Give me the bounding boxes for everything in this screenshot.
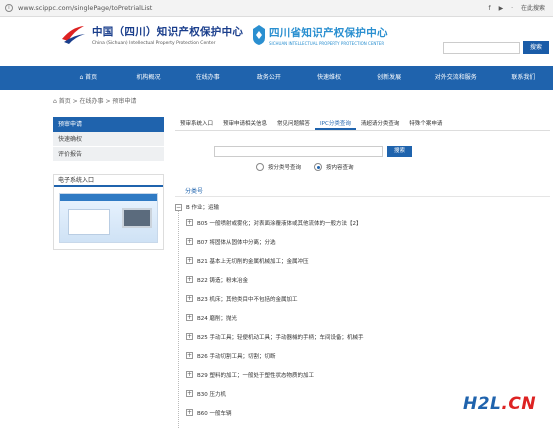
radio-by-code[interactable]: 按分类号查询	[256, 163, 301, 171]
tab-special-case[interactable]: 特殊个案申请	[404, 117, 447, 130]
laptop-icon	[122, 208, 152, 228]
province-logo-icon	[253, 25, 265, 45]
nav-item-rights-protection[interactable]: 快速维权	[298, 66, 361, 90]
tree-node-b22[interactable]: + B22 铸造；粉末冶金	[186, 270, 486, 289]
tree-node-b24[interactable]: + B24 磨削；抛光	[186, 308, 486, 327]
nav-item-contact[interactable]: 联系我们	[494, 66, 553, 90]
header-search-button[interactable]: 搜索	[523, 41, 549, 54]
radio-unchecked-icon	[256, 163, 264, 171]
expand-icon[interactable]: +	[186, 257, 193, 264]
browser-search-link[interactable]: 在此搜索	[521, 5, 545, 12]
province-center-title: 四川省知识产权保护中心	[269, 27, 388, 39]
expand-icon[interactable]: +	[186, 238, 193, 245]
tab-class-query[interactable]: 清超请分类查询	[356, 117, 405, 130]
expand-icon[interactable]: +	[186, 409, 193, 416]
tab-ipc-query[interactable]: IPC分类查询	[315, 117, 356, 130]
tree-node-b29[interactable]: + B29 塑料的加工；一般处于塑性状态物质的加工	[186, 365, 486, 384]
sidebar-item-pretrial[interactable]: 预审申请	[53, 117, 164, 132]
sidebar-item-evaluation-report[interactable]: 评价报告	[53, 147, 164, 162]
browser-address-bar: i www.scippc.com/singlePage/toPretrialLi…	[0, 0, 553, 17]
sidebar-item-fast-confirm[interactable]: 快速确权	[53, 132, 164, 147]
tab-faq[interactable]: 常见问题解答	[272, 117, 315, 130]
radio-by-content[interactable]: 按内容查询	[314, 163, 354, 171]
tree-node-b26[interactable]: + B26 手动切割工具；切割；切断	[186, 346, 486, 365]
expand-icon[interactable]: +	[186, 333, 193, 340]
expand-icon[interactable]: +	[186, 390, 193, 397]
expand-icon[interactable]: +	[186, 276, 193, 283]
center-subtitle: China (Sichuan) Intellectual Property Pr…	[92, 41, 216, 46]
nav-item-innovation[interactable]: 创新发展	[360, 66, 417, 90]
collapse-icon[interactable]: −	[175, 203, 182, 211]
tree-children: + B05 一般喷射或雾化；对表面涂覆液体或其他流体的一般方法【2】 + B07 将…	[186, 213, 486, 422]
play-icon[interactable]: ▶	[499, 5, 504, 12]
center-logo-icon	[62, 26, 85, 44]
expand-icon[interactable]: +	[186, 371, 193, 378]
main-nav: ⌂ 首页 机构概况 在线办事 政务公开 快速维权 创新发展 对外交流和服务 联系…	[0, 66, 553, 90]
tree-node-b07[interactable]: + B07 将固体从固体中分离；分选	[186, 232, 486, 251]
tree-node-b60[interactable]: + B60 一般车辆	[186, 403, 486, 422]
content-tabs: 预审系统入口 预审申请相关信息 常见问题解答 IPC分类查询 清超请分类查询 特…	[175, 117, 550, 131]
classification-header: 分类号	[185, 188, 204, 195]
radio-checked-icon	[314, 163, 322, 171]
left-sidebar: 预审申请 快速确权 评价报告 电子系统入口	[53, 117, 164, 250]
facebook-icon[interactable]: f	[489, 5, 491, 12]
e-system-entry-box: 电子系统入口	[53, 174, 164, 250]
expand-icon[interactable]: +	[186, 352, 193, 359]
expand-icon[interactable]: +	[186, 295, 193, 302]
tree-connector	[178, 210, 179, 428]
dot-icon[interactable]: ·	[511, 5, 513, 12]
nav-item-home[interactable]: ⌂ 首页	[55, 66, 122, 90]
breadcrumb: ⌂ 首页 > 在线办事 > 预审申请	[53, 98, 137, 105]
center-title: 中国（四川）知识产权保护中心	[92, 26, 244, 38]
ipc-search-input[interactable]	[214, 146, 383, 157]
e-system-title: 电子系统入口	[54, 175, 163, 187]
header-search-input[interactable]	[443, 42, 520, 54]
tree-root-node[interactable]: − B 作业；运输	[175, 203, 219, 211]
expand-icon[interactable]: +	[186, 314, 193, 321]
expand-icon[interactable]: +	[186, 219, 193, 226]
watermark-logo: H2L.CN	[463, 394, 537, 414]
tab-pretrial-system[interactable]: 预审系统入口	[175, 117, 218, 130]
divider	[175, 196, 550, 197]
browser-tools: f ▶ · 在此搜索	[483, 3, 545, 12]
tree-node-b23[interactable]: + B23 机床；其他类目中不包括的金属加工	[186, 289, 486, 308]
tree-node-b30[interactable]: + B30 压力机	[186, 384, 486, 403]
nav-item-online-services[interactable]: 在线办事	[175, 66, 240, 90]
nav-item-government-affairs[interactable]: 政务公开	[240, 66, 297, 90]
ipc-search-button[interactable]: 搜索	[387, 146, 412, 157]
url-text[interactable]: www.scippc.com/singlePage/toPretrialList	[18, 4, 152, 12]
info-icon[interactable]: i	[5, 4, 13, 12]
e-system-banner-image[interactable]	[59, 193, 158, 243]
tab-pretrial-info[interactable]: 预审申请相关信息	[218, 117, 272, 130]
nav-item-exchange-services[interactable]: 对外交流和服务	[418, 66, 494, 90]
tree-node-b21[interactable]: + B21 基本上无切削的金属机械加工；金属冲压	[186, 251, 486, 270]
tree-node-b05[interactable]: + B05 一般喷射或雾化；对表面涂覆液体或其他流体的一般方法【2】	[186, 213, 486, 232]
nav-item-about[interactable]: 机构概况	[122, 66, 176, 90]
province-center-subtitle: SICHUAN INTELLECTUAL PROPERTY PROTECTION…	[269, 41, 385, 46]
tree-node-b25[interactable]: + B25 手动工具；轻便机动工具；手动器械的手柄；车间设备；机械手	[186, 327, 486, 346]
